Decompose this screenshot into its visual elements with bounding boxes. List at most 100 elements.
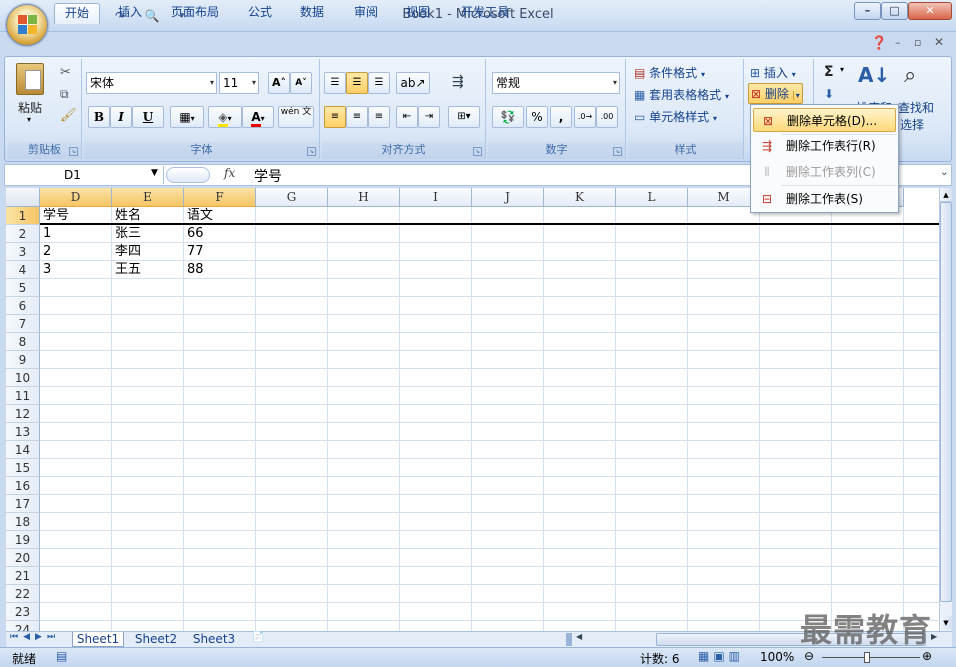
select-label[interactable]: 选择 xyxy=(900,116,924,133)
paste-button[interactable]: 粘贴 xyxy=(18,99,42,116)
sheet-tab-1[interactable]: Sheet1 xyxy=(72,632,124,647)
cell-E3[interactable]: 李四 xyxy=(113,243,141,261)
row-header-24[interactable]: 24 xyxy=(6,621,40,631)
underline-button[interactable]: U xyxy=(132,106,164,128)
wrap-text-icon[interactable]: ⇶ xyxy=(452,74,464,90)
row-header-12[interactable]: 12 xyxy=(6,405,40,423)
italic-button[interactable]: I xyxy=(110,106,132,128)
autosum-dropdown-icon[interactable]: ▾ xyxy=(840,65,844,74)
fill-color-button[interactable]: ◈▾ xyxy=(208,106,242,128)
font-launcher-icon[interactable]: ↘ xyxy=(307,147,316,156)
row-header-4[interactable]: 4 xyxy=(6,261,40,279)
font-color-button[interactable]: A▾ xyxy=(242,106,274,128)
zoom-in-icon[interactable]: ⊕ xyxy=(922,649,932,663)
conditional-formatting-button[interactable]: ▤ 条件格式 ▾ xyxy=(634,64,705,81)
row-header-19[interactable]: 19 xyxy=(6,531,40,549)
ribbon-restore-icon[interactable]: ▫ xyxy=(914,36,921,49)
view-buttons[interactable]: ▦▣▥ xyxy=(698,649,744,663)
row-header-14[interactable]: 14 xyxy=(6,441,40,459)
number-format-combo[interactable]: 常规 ▾ xyxy=(492,72,620,94)
paste-dropdown-icon[interactable]: ▾ xyxy=(27,115,31,124)
merge-center-button[interactable]: ⊞▾ xyxy=(448,106,480,128)
row-header-3[interactable]: 3 xyxy=(6,243,40,261)
column-header-J[interactable]: J xyxy=(472,188,544,207)
column-header-L[interactable]: L xyxy=(616,188,688,207)
font-name-combo[interactable]: 宋体 ▾ xyxy=(86,72,217,94)
menu-delete-rows[interactable]: ⇶ 删除工作表行(R) xyxy=(753,134,896,158)
cell-E2[interactable]: 张三 xyxy=(113,225,141,243)
shrink-font-button[interactable]: A˅ xyxy=(290,72,312,94)
row-header-11[interactable]: 11 xyxy=(6,387,40,405)
help-icon[interactable]: ❓ xyxy=(871,36,887,51)
vertical-scrollbar[interactable]: ▲ ▼ xyxy=(939,188,952,631)
scroll-up-icon[interactable]: ▲ xyxy=(940,188,952,202)
align-top-button[interactable]: ☰ xyxy=(324,72,346,94)
orientation-button[interactable]: ab↗ xyxy=(396,72,430,94)
row-header-9[interactable]: 9 xyxy=(6,351,40,369)
insert-cells-button[interactable]: ⊞ 插入 ▾ xyxy=(750,64,796,81)
row-header-22[interactable]: 22 xyxy=(6,585,40,603)
decrease-indent-button[interactable]: ⇤ xyxy=(396,106,418,128)
menu-delete-cells[interactable]: ⊠ 删除单元格(D)... xyxy=(753,108,896,132)
font-size-combo[interactable]: 11 ▾ xyxy=(219,72,259,94)
formula-input[interactable]: 学号 xyxy=(254,166,282,186)
formula-expand-icon[interactable]: ⌄ xyxy=(940,167,948,178)
tab-developer[interactable]: 开发工具 xyxy=(450,3,520,24)
row-header-15[interactable]: 15 xyxy=(6,459,40,477)
ribbon-close-icon[interactable]: ✕ xyxy=(934,35,944,49)
tab-page-layout[interactable]: 页面布局 xyxy=(160,3,230,24)
formula-bar-splitter[interactable] xyxy=(166,167,210,183)
row-header-18[interactable]: 18 xyxy=(6,513,40,531)
currency-button[interactable]: 💱 xyxy=(492,106,524,128)
increase-decimal-button[interactable]: .0→ xyxy=(574,106,596,128)
find-select-label[interactable]: 查找和 xyxy=(898,99,934,116)
row-header-8[interactable]: 8 xyxy=(6,333,40,351)
cell-D3[interactable]: 2 xyxy=(41,243,51,261)
sheet-tab-2[interactable]: Sheet2 xyxy=(130,632,182,647)
row-header-17[interactable]: 17 xyxy=(6,495,40,513)
maximize-button[interactable]: □ xyxy=(881,2,908,20)
align-left-button[interactable]: ≡ xyxy=(324,106,346,128)
minimize-button[interactable]: – xyxy=(854,2,881,20)
column-header-H[interactable]: H xyxy=(328,188,400,207)
insert-sheet-icon[interactable]: 📄 xyxy=(252,632,264,643)
grow-font-button[interactable]: A˄ xyxy=(268,72,290,94)
column-header-I[interactable]: I xyxy=(400,188,472,207)
row-header-1[interactable]: 1 xyxy=(6,207,40,225)
worksheet-grid[interactable]: DEFGHIJKLMNO 123456789101112131415161718… xyxy=(6,188,939,631)
zoom-slider[interactable] xyxy=(822,657,920,658)
insert-function-button[interactable]: fx xyxy=(224,166,235,180)
row-header-21[interactable]: 21 xyxy=(6,567,40,585)
column-header-G[interactable]: G xyxy=(256,188,328,207)
sheet-tab-3[interactable]: Sheet3 xyxy=(188,632,240,647)
select-all-corner[interactable] xyxy=(6,188,40,207)
sheet-navigation-icons[interactable]: ⏮◀▶⏭ xyxy=(10,632,60,642)
tab-split-handle[interactable] xyxy=(566,633,572,646)
bold-button[interactable]: B xyxy=(88,106,110,128)
cell-F4[interactable]: 88 xyxy=(185,261,204,279)
cell-D4[interactable]: 3 xyxy=(41,261,51,279)
tab-view[interactable]: 视图 xyxy=(396,3,440,24)
row-header-20[interactable]: 20 xyxy=(6,549,40,567)
ribbon-minimize-icon[interactable]: – xyxy=(895,36,901,49)
number-launcher-icon[interactable]: ↘ xyxy=(613,147,622,156)
cell-styles-button[interactable]: ▭ 单元格样式 ▾ xyxy=(634,108,717,125)
percent-button[interactable]: % xyxy=(526,106,548,128)
menu-delete-sheet[interactable]: ⊟ 删除工作表(S) xyxy=(753,187,896,211)
row-header-2[interactable]: 2 xyxy=(6,225,40,243)
vertical-scroll-thumb[interactable] xyxy=(940,202,952,602)
autosum-button[interactable]: Σ xyxy=(824,64,834,80)
cell-D2[interactable]: 1 xyxy=(41,225,51,243)
menu-delete-columns[interactable]: ⫴ 删除工作表列(C) xyxy=(753,160,896,184)
align-bottom-button[interactable]: ☰ xyxy=(368,72,390,94)
row-header-7[interactable]: 7 xyxy=(6,315,40,333)
copy-icon[interactable]: ⧉ xyxy=(60,87,69,102)
format-painter-icon[interactable]: 🖌 xyxy=(60,108,77,123)
tab-review[interactable]: 审阅 xyxy=(344,3,388,24)
zoom-slider-thumb[interactable] xyxy=(864,652,870,663)
column-header-F[interactable]: F xyxy=(184,188,256,207)
tab-data[interactable]: 数据 xyxy=(290,3,334,24)
cell-E4[interactable]: 王五 xyxy=(113,261,141,279)
close-button[interactable]: ✕ xyxy=(908,2,952,20)
office-button[interactable] xyxy=(6,4,48,46)
